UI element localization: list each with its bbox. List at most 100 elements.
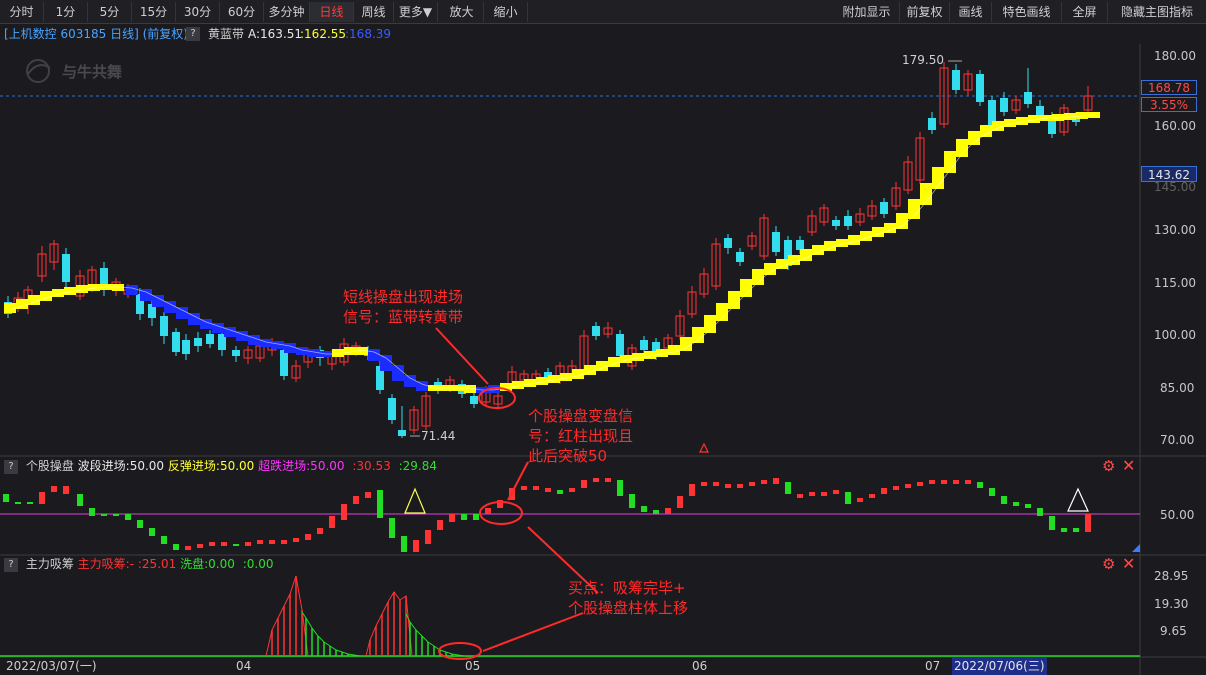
panel1-bar: [893, 486, 899, 490]
panel1-bar: [425, 530, 431, 544]
band-segment: [176, 307, 188, 319]
panel1-param-d: :30.53: [352, 459, 391, 473]
candle-body-down: [844, 216, 852, 226]
panel2-param-a: 主力吸筹:-: [77, 557, 135, 571]
panel2-help-icon[interactable]: ?: [4, 557, 18, 572]
panel1-bar: [629, 494, 635, 508]
panel1-bar: [281, 540, 287, 544]
panel1-name: 个股操盘: [25, 459, 74, 473]
panel1-bar: [137, 520, 143, 528]
date-july: 07: [925, 659, 941, 673]
annotation-text-2-line1: 个股操盘变盘信: [528, 407, 634, 425]
panel1-bar: [449, 514, 455, 522]
watermark-text: 与牛共舞: [62, 63, 123, 81]
panel1-bar: [545, 488, 551, 492]
panel1-bar: [413, 540, 419, 552]
panel1-bar: [845, 492, 851, 504]
panel1-bar: [929, 480, 935, 484]
candle-body-down: [62, 254, 70, 282]
panel1-bar: [761, 480, 767, 484]
candle-body-down: [928, 118, 936, 130]
panel1-settings-icon[interactable]: ⚙: [1102, 457, 1115, 475]
panel1-bar: [3, 494, 9, 502]
band-segment: [968, 131, 980, 145]
band-segment: [392, 365, 404, 381]
panel1-bar: [1073, 528, 1079, 532]
panel1-bar: [233, 544, 239, 546]
panel1-close-icon[interactable]: ✕: [1122, 456, 1135, 475]
yellow-blue-band: [4, 112, 1100, 393]
band-segment: [404, 375, 416, 387]
panel1-help-icon[interactable]: ?: [4, 459, 18, 474]
panel1-bar: [269, 540, 275, 544]
panel1-bar: [209, 542, 215, 546]
y-tick-180: 180.00: [1154, 49, 1196, 63]
y-tick-160: 160.00: [1154, 119, 1196, 133]
band-segment: [992, 121, 1004, 131]
panel1-bar: [365, 492, 371, 498]
panel1-bar: [677, 496, 683, 508]
panel2-tick-3: 9.65: [1160, 624, 1187, 638]
band-segment: [980, 125, 992, 137]
panel1-bar: [905, 484, 911, 488]
panel1-bar: [437, 520, 443, 530]
band-segment: [4, 303, 16, 313]
panel2-tick-1: 28.95: [1154, 569, 1189, 583]
candle-body-down: [388, 398, 396, 420]
panel1-bar: [377, 490, 383, 518]
panel1-bar: [833, 490, 839, 494]
candle-body-down: [1024, 92, 1032, 104]
panel1-param-e: :29.84: [398, 459, 438, 473]
panel1-bar: [809, 492, 815, 496]
candle-body-down: [976, 74, 984, 102]
panel1-bar: [63, 486, 69, 494]
panel2-settings-icon[interactable]: ⚙: [1102, 555, 1115, 573]
panel1-bar: [533, 486, 539, 490]
panel1-bar: [461, 514, 467, 520]
y-tick-115: 115.00: [1154, 276, 1196, 290]
candle-body-down: [470, 396, 478, 404]
band-segment: [668, 345, 680, 355]
current-price-tag: 168.78: [1141, 80, 1197, 95]
annotation-arrow-1: [435, 327, 489, 385]
candle-body-down: [1000, 98, 1008, 112]
candle-body-down: [736, 252, 744, 262]
panel1-param-b: 反弹进场:50.00: [167, 459, 255, 473]
panel1-bar: [389, 518, 395, 538]
panel2-close-icon[interactable]: ✕: [1122, 554, 1135, 573]
panel1-bar: [941, 480, 947, 484]
panel1-bar: [113, 514, 119, 516]
y-tick-100: 100.00: [1154, 328, 1196, 342]
panel1-bar: [977, 482, 983, 488]
signal-triangle-p1-left: [404, 487, 426, 514]
watermark-logo: [26, 59, 51, 83]
date-may: 05: [465, 659, 481, 673]
panel1-bar: [1025, 504, 1031, 508]
panel2-name: 主力吸筹: [25, 557, 74, 571]
kline-chart[interactable]: [0, 0, 1206, 675]
cursor-price-tag: 143.62: [1141, 166, 1197, 182]
panel1-bar: [989, 488, 995, 496]
panel1-bar: [821, 492, 827, 496]
high-price-label: 179.50: [902, 53, 944, 67]
panel1-header: ? 个股操盘 波段进场:50.00 反弹进场:50.00 超跌进场:50.00 …: [0, 457, 1140, 475]
panel1-bar: [149, 528, 155, 536]
panel2-green-envelope-1: [301, 611, 361, 657]
panel1-bar: [569, 488, 575, 492]
panel2-param-b: :25.01: [137, 557, 177, 571]
panel1-bar: [1013, 502, 1019, 506]
panel1-bar: [653, 510, 659, 514]
band-segment: [200, 319, 212, 329]
candle-body-down: [182, 340, 190, 354]
panel1-bar: [605, 478, 611, 482]
panel1-bar: [1001, 496, 1007, 504]
band-segment: [752, 269, 764, 285]
panel1-bar: [713, 482, 719, 486]
candle-body-down: [232, 350, 240, 356]
panel2-param-c: 洗盘:0.00: [180, 557, 235, 571]
candle-body-down: [160, 316, 168, 336]
panel1-bar: [869, 494, 875, 498]
date-start: 2022/03/07(一): [6, 659, 97, 673]
candle-body-down: [206, 334, 214, 344]
band-segment: [692, 327, 704, 343]
